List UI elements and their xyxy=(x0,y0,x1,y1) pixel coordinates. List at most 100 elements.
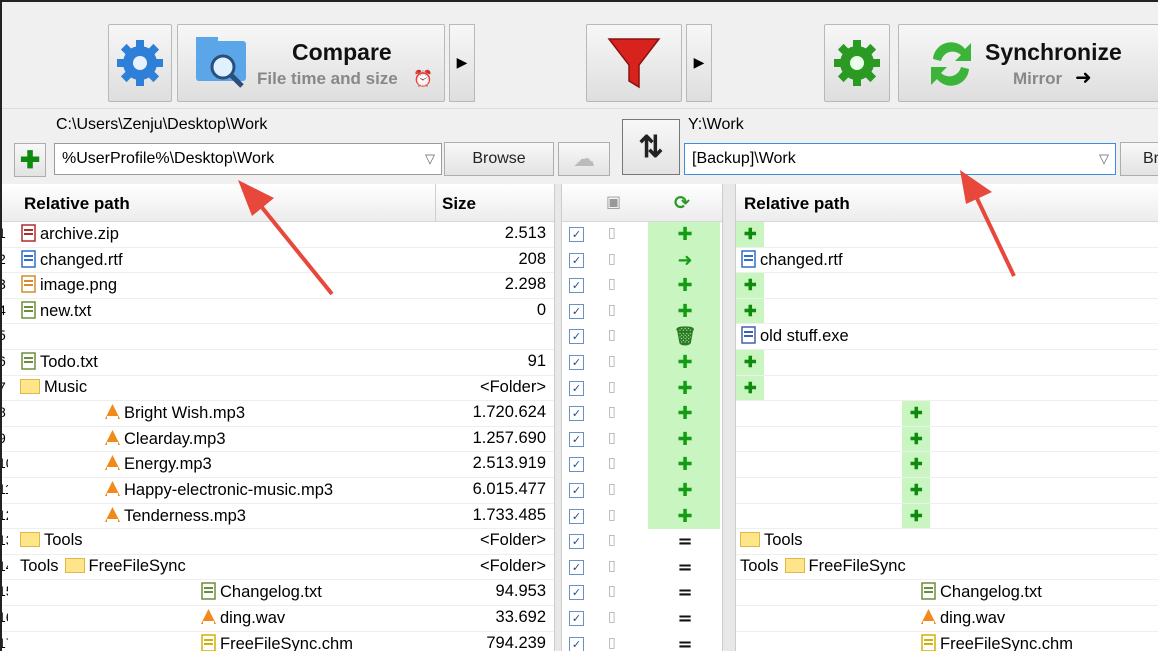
table-row[interactable]: Changelog.txt xyxy=(736,580,1158,606)
chevron-down-icon[interactable]: ▽ xyxy=(425,144,435,174)
left-file-name: Todo.txt xyxy=(40,353,98,371)
compare-subtitle: File time and size xyxy=(257,69,398,88)
table-row[interactable]: ✚ xyxy=(736,503,1158,530)
table-row[interactable]: 9 Clearday.mp3 1.257.690 xyxy=(2,427,554,453)
sync-action-arrow-icon[interactable]: ➜ xyxy=(672,250,698,271)
table-row[interactable]: ✚ xyxy=(736,478,1158,504)
compare-options-arrow[interactable]: ▶ xyxy=(449,24,475,102)
right-path-input[interactable]: [Backup]\Work ▽ xyxy=(684,143,1116,175)
sync-icon[interactable]: ⟳ xyxy=(674,192,690,214)
include-checkbox[interactable]: ✓ xyxy=(569,611,584,626)
sync-action-eq-icon[interactable]: = xyxy=(672,531,698,552)
table-row[interactable]: ✚ xyxy=(736,222,1158,248)
sync-action-eq-icon[interactable]: = xyxy=(672,582,698,603)
table-row[interactable]: 6 Todo.txt 91 xyxy=(2,350,554,376)
table-row[interactable]: 5 xyxy=(2,324,554,350)
table-row[interactable]: ✚ xyxy=(736,401,1158,427)
left-file-size: 1.733.485 xyxy=(472,505,546,524)
include-checkbox[interactable]: ✓ xyxy=(569,483,584,498)
sync-action-plus-icon[interactable]: ✚ xyxy=(672,480,698,501)
table-row[interactable]: 8 Bright Wish.mp3 1.720.624 xyxy=(2,401,554,427)
table-row[interactable]: changed.rtf xyxy=(736,248,1158,274)
left-file-name: Changelog.txt xyxy=(220,583,322,602)
table-row[interactable]: ✚ xyxy=(736,273,1158,299)
sync-action-eq-icon[interactable]: = xyxy=(672,634,698,651)
include-checkbox[interactable]: ✓ xyxy=(569,585,584,601)
right-browse-button[interactable]: Br xyxy=(1120,142,1158,176)
include-checkbox[interactable]: ✓ xyxy=(569,227,584,242)
table-row[interactable]: 13 Tools <Folder> xyxy=(2,529,554,555)
include-checkbox[interactable]: ✓ xyxy=(569,636,584,651)
grid-splitter[interactable] xyxy=(722,184,736,651)
table-row[interactable]: ✚ xyxy=(736,426,1158,453)
table-row[interactable]: 14 Tools FreeFileSync <Folder> xyxy=(2,555,554,581)
left-file-size: 2.513.919 xyxy=(472,454,546,473)
table-row[interactable]: 11 Happy-electronic-music.mp3 6.015.477 xyxy=(2,478,554,504)
compare-settings-button[interactable] xyxy=(108,24,172,102)
include-checkbox[interactable]: ✓ xyxy=(569,252,584,268)
filter-options-arrow[interactable]: ▶ xyxy=(686,24,712,102)
chevron-down-icon[interactable]: ▽ xyxy=(1099,144,1109,174)
table-row[interactable]: 4 new.txt 0 xyxy=(2,299,554,325)
left-header-size[interactable]: Size xyxy=(442,194,476,214)
include-checkbox[interactable]: ✓ xyxy=(569,303,584,319)
table-row[interactable]: ✚ xyxy=(736,375,1158,402)
left-header-relative-path[interactable]: Relative path xyxy=(24,194,130,214)
table-row[interactable]: ✚ xyxy=(736,350,1158,376)
table-row[interactable]: 15 Changelog.txt 94.953 xyxy=(2,580,554,606)
sync-action-del-icon[interactable]: 🗑 xyxy=(672,326,698,347)
sync-action-plus-icon[interactable]: ✚ xyxy=(672,275,698,296)
sync-action-eq-icon[interactable]: = xyxy=(672,557,698,578)
table-row[interactable]: FreeFileSync.chm xyxy=(736,632,1158,651)
sync-action-plus-icon[interactable]: ✚ xyxy=(672,454,698,475)
include-checkbox[interactable]: ✓ xyxy=(569,534,584,550)
compare-button[interactable]: Compare File time and size ⏰ xyxy=(177,24,445,102)
include-checkbox[interactable]: ✓ xyxy=(569,559,584,575)
sync-settings-button[interactable] xyxy=(824,24,890,102)
include-checkbox[interactable]: ✓ xyxy=(569,406,584,422)
doc-icon xyxy=(740,249,757,268)
include-checkbox[interactable]: ✓ xyxy=(569,278,584,294)
table-row[interactable]: old stuff.exe xyxy=(736,324,1158,350)
table-row[interactable]: 16 ding.wav 33.692 xyxy=(2,606,554,632)
left-path-input[interactable]: %UserProfile%\Desktop\Work ▽ xyxy=(54,143,442,175)
arrow-right-icon: ➜ xyxy=(1075,65,1092,89)
table-row[interactable]: Tools FreeFileSync xyxy=(736,555,1158,581)
table-row[interactable]: ✚ xyxy=(736,452,1158,478)
chm-icon xyxy=(200,633,217,651)
table-row[interactable]: 12 Tenderness.mp3 1.733.485 xyxy=(2,504,554,530)
table-row[interactable]: 17 FreeFileSync.chm 794.239 xyxy=(2,632,554,651)
table-row[interactable]: Tools xyxy=(736,529,1158,555)
grid-splitter[interactable] xyxy=(554,184,562,651)
filter-button[interactable] xyxy=(586,24,682,102)
sync-action-eq-icon[interactable]: = xyxy=(672,608,698,629)
add-folder-pair-button[interactable]: ✚ xyxy=(14,143,46,177)
right-header-relative-path[interactable]: Relative path xyxy=(744,194,850,214)
table-row[interactable]: ✚ xyxy=(736,298,1158,325)
include-checkbox[interactable]: ✓ xyxy=(569,457,584,473)
include-checkbox[interactable]: ✓ xyxy=(569,431,584,447)
sync-action-plus-icon[interactable]: ✚ xyxy=(672,403,698,424)
row-number: 8 xyxy=(2,404,8,420)
sync-action-plus-icon[interactable]: ✚ xyxy=(672,352,698,373)
category-icon: ▯ xyxy=(608,557,616,574)
include-checkbox[interactable]: ✓ xyxy=(569,355,584,370)
sync-action-plus-icon[interactable]: ✚ xyxy=(672,301,698,322)
camera-icon[interactable]: ▣ xyxy=(606,192,621,211)
sync-action-plus-icon[interactable]: ✚ xyxy=(672,429,698,450)
include-checkbox[interactable]: ✓ xyxy=(569,380,584,396)
sync-action-plus-icon[interactable]: ✚ xyxy=(672,224,698,245)
sync-action-plus-icon[interactable]: ✚ xyxy=(672,378,698,399)
table-row[interactable]: 10 Energy.mp3 2.513.919 xyxy=(2,452,554,478)
cloud-button[interactable]: ☁ xyxy=(558,142,610,176)
folder-icon xyxy=(784,557,805,573)
table-row[interactable]: 7 Music <Folder> xyxy=(2,376,554,402)
doc-icon xyxy=(20,249,37,268)
sync-action-plus-icon[interactable]: ✚ xyxy=(672,506,698,527)
swap-sides-button[interactable]: ⇅ xyxy=(622,119,680,175)
include-checkbox[interactable]: ✓ xyxy=(569,329,584,345)
left-browse-button[interactable]: Browse xyxy=(444,142,554,176)
synchronize-button[interactable]: Synchronize Mirror ➜ xyxy=(898,24,1158,102)
table-row[interactable]: ding.wav xyxy=(736,606,1158,632)
include-checkbox[interactable]: ✓ xyxy=(569,508,584,524)
